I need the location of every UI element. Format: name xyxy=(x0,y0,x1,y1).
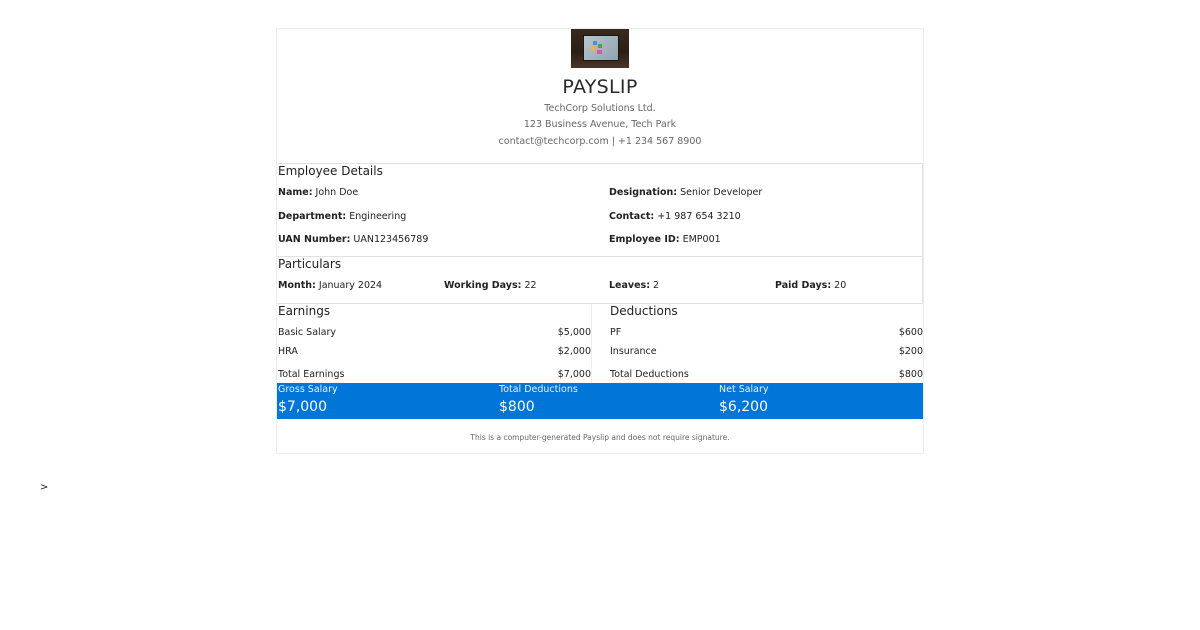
employee-department-value: Engineering xyxy=(349,211,407,222)
footer-note: This is a computer-generated Payslip and… xyxy=(470,433,730,442)
employee-id-value: EMP001 xyxy=(682,234,721,245)
salary-summary-bar: Gross Salary $7,000 Total Deductions $80… xyxy=(277,383,923,419)
particulars-month-field: Month: January 2024 xyxy=(278,280,383,291)
particulars-leaves-value: 2 xyxy=(653,280,660,291)
deduction-label: Insurance xyxy=(610,346,657,357)
employee-id-field: Employee ID: EMP001 xyxy=(609,234,721,245)
particulars-working-days-field: Working Days: 22 xyxy=(444,280,537,291)
employee-uan-value: UAN123456789 xyxy=(353,234,429,245)
total-earnings-value: $7,000 xyxy=(557,369,591,380)
employee-name-field: Name: John Doe xyxy=(278,187,359,198)
payslip-card: PAYSLIP TechCorp Solutions Ltd. 123 Busi… xyxy=(276,28,924,454)
payslip-header: PAYSLIP TechCorp Solutions Ltd. 123 Busi… xyxy=(277,29,923,163)
deduction-value: $600 xyxy=(898,327,923,338)
employee-department-field: Department: Engineering xyxy=(278,211,407,222)
stray-text: > xyxy=(40,482,49,493)
company-address: 123 Business Avenue, Tech Park xyxy=(523,119,677,130)
deduction-label: PF xyxy=(610,327,622,338)
section-title-employee-details: Employee Details xyxy=(278,164,383,178)
earning-label: HRA xyxy=(278,346,298,357)
deduction-value: $200 xyxy=(898,346,923,357)
net-salary-value: $6,200 xyxy=(719,399,768,415)
earning-value: $5,000 xyxy=(557,327,591,338)
section-title-deductions: Deductions xyxy=(610,304,678,318)
earning-label: Basic Salary xyxy=(278,327,337,338)
net-salary-label: Net Salary xyxy=(719,384,769,395)
earning-value: $2,000 xyxy=(557,346,591,357)
particulars-month-value: January 2024 xyxy=(318,280,383,291)
employee-designation-value: Senior Developer xyxy=(680,187,763,198)
summary-total-deductions-label: Total Deductions xyxy=(499,384,578,395)
employee-contact-value: +1 987 654 3210 xyxy=(657,211,741,222)
employee-designation-field: Designation: Senior Developer xyxy=(609,187,763,198)
company-logo-image xyxy=(571,29,629,68)
particulars-paid-days-field: Paid Days: 20 xyxy=(775,280,847,291)
employee-name-value: John Doe xyxy=(315,187,359,198)
section-title-earnings: Earnings xyxy=(278,304,331,318)
total-deductions-label: Total Deductions xyxy=(610,369,689,380)
gross-salary-value: $7,000 xyxy=(278,399,327,415)
particulars-section: Particulars Month: January 2024 Working … xyxy=(277,256,923,303)
company-contact: contact@techcorp.com | +1 234 567 8900 xyxy=(498,136,702,147)
employee-uan-field: UAN Number: UAN123456789 xyxy=(278,234,429,245)
total-earnings-label: Total Earnings xyxy=(278,369,345,380)
employee-details-section: Employee Details Name: John Doe Designat… xyxy=(277,163,923,256)
deductions-column: Deductions PF $600 Insurance $200 Total … xyxy=(609,304,923,384)
gross-salary-label: Gross Salary xyxy=(278,384,338,395)
summary-total-deductions-value: $800 xyxy=(499,399,535,415)
earnings-deductions-section: Earnings Basic Salary $5,000 HRA $2,000 … xyxy=(277,303,923,384)
company-name: TechCorp Solutions Ltd. xyxy=(544,103,656,114)
particulars-working-days-value: 22 xyxy=(524,280,537,291)
earnings-column: Earnings Basic Salary $5,000 HRA $2,000 … xyxy=(277,304,592,384)
monitor-icon xyxy=(583,35,619,61)
page-title: PAYSLIP xyxy=(562,76,638,98)
total-deductions-value: $800 xyxy=(898,369,923,380)
section-title-particulars: Particulars xyxy=(278,257,342,271)
particulars-leaves-field: Leaves: 2 xyxy=(609,280,660,291)
employee-contact-field: Contact: +1 987 654 3210 xyxy=(609,211,741,222)
particulars-paid-days-value: 20 xyxy=(834,280,847,291)
